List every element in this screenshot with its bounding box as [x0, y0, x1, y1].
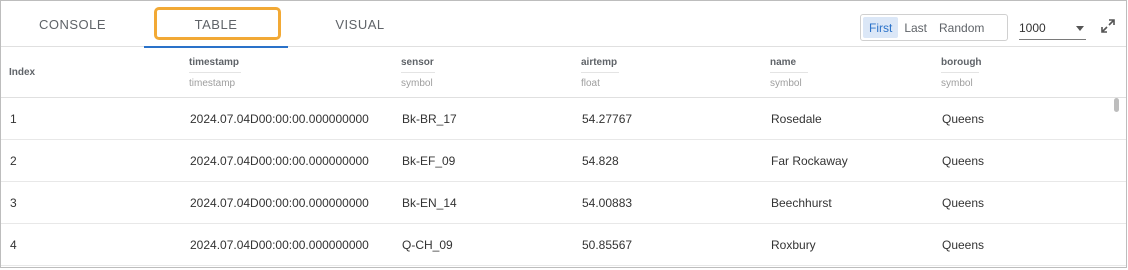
cell-airtemp: 54.828 — [582, 154, 619, 168]
cell-name: Rosedale — [771, 112, 822, 126]
tab-visual[interactable]: VISUAL — [288, 1, 432, 47]
cell-timestamp: 2024.07.04D00:00:00.000000000 — [190, 238, 369, 252]
table-header: Index timestamp timestamp sensor symbol … — [1, 48, 1126, 98]
table-panel: CONSOLE TABLE VISUAL First Last Random 1… — [0, 0, 1127, 268]
cell-name: Beechhurst — [771, 196, 832, 210]
cell-index: 3 — [10, 196, 17, 210]
column-header-sensor[interactable]: sensor symbol — [401, 57, 435, 89]
cell-index: 2 — [10, 154, 17, 168]
cell-timestamp: 2024.07.04D00:00:00.000000000 — [190, 196, 369, 210]
column-type: symbol — [941, 78, 973, 89]
table-row[interactable]: 3 2024.07.04D00:00:00.000000000 Bk-EN_14… — [1, 182, 1126, 224]
cell-name: Roxbury — [771, 238, 816, 252]
paging-button-group: First Last Random — [860, 14, 1008, 41]
chevron-down-icon — [1076, 26, 1084, 31]
column-header-name[interactable]: name symbol — [770, 57, 808, 89]
expand-icon[interactable] — [1101, 19, 1115, 33]
column-header-timestamp[interactable]: timestamp timestamp — [189, 57, 241, 89]
cell-borough: Queens — [942, 196, 985, 210]
column-header-borough[interactable]: borough symbol — [941, 57, 982, 89]
index-header: Index — [9, 67, 36, 78]
first-button[interactable]: First — [863, 17, 899, 38]
table-row[interactable]: 4 2024.07.04D00:00:00.000000000 Q-CH_09 … — [1, 224, 1126, 266]
vertical-scrollbar[interactable] — [1114, 98, 1119, 112]
cell-index: 4 — [10, 238, 17, 252]
tab-table[interactable]: TABLE — [144, 1, 288, 48]
tab-console[interactable]: CONSOLE — [1, 1, 144, 47]
random-button[interactable]: Random — [933, 17, 990, 38]
cell-sensor: Bk-EF_09 — [402, 154, 456, 168]
column-type: symbol — [770, 78, 802, 89]
column-type: symbol — [401, 78, 433, 89]
last-button[interactable]: Last — [898, 17, 933, 38]
column-name: borough — [941, 57, 982, 73]
rows-count-select[interactable]: 1000 — [1019, 16, 1086, 40]
cell-timestamp: 2024.07.04D00:00:00.000000000 — [190, 112, 369, 126]
cell-sensor: Bk-EN_14 — [402, 196, 457, 210]
table-row[interactable]: 2 2024.07.04D00:00:00.000000000 Bk-EF_09… — [1, 140, 1126, 182]
column-header-airtemp[interactable]: airtemp float — [581, 57, 619, 89]
top-bar: CONSOLE TABLE VISUAL First Last Random 1… — [1, 1, 1126, 48]
cell-name: Far Rockaway — [771, 154, 848, 168]
column-type: timestamp — [189, 78, 236, 89]
cell-borough: Queens — [942, 154, 985, 168]
column-name: timestamp — [189, 57, 241, 73]
cell-airtemp: 50.85567 — [582, 238, 633, 252]
cell-sensor: Q-CH_09 — [402, 238, 453, 252]
cell-borough: Queens — [942, 238, 985, 252]
cell-index: 1 — [10, 112, 17, 126]
column-name: sensor — [401, 57, 435, 73]
rows-count-value: 1000 — [1019, 20, 1046, 35]
cell-airtemp: 54.00883 — [582, 196, 633, 210]
table-row[interactable]: 1 2024.07.04D00:00:00.000000000 Bk-BR_17… — [1, 98, 1126, 140]
column-name: name — [770, 57, 808, 73]
column-name: airtemp — [581, 57, 619, 73]
cell-borough: Queens — [942, 112, 985, 126]
cell-sensor: Bk-BR_17 — [402, 112, 457, 126]
cell-airtemp: 54.27767 — [582, 112, 633, 126]
column-type: float — [581, 78, 600, 89]
cell-timestamp: 2024.07.04D00:00:00.000000000 — [190, 154, 369, 168]
